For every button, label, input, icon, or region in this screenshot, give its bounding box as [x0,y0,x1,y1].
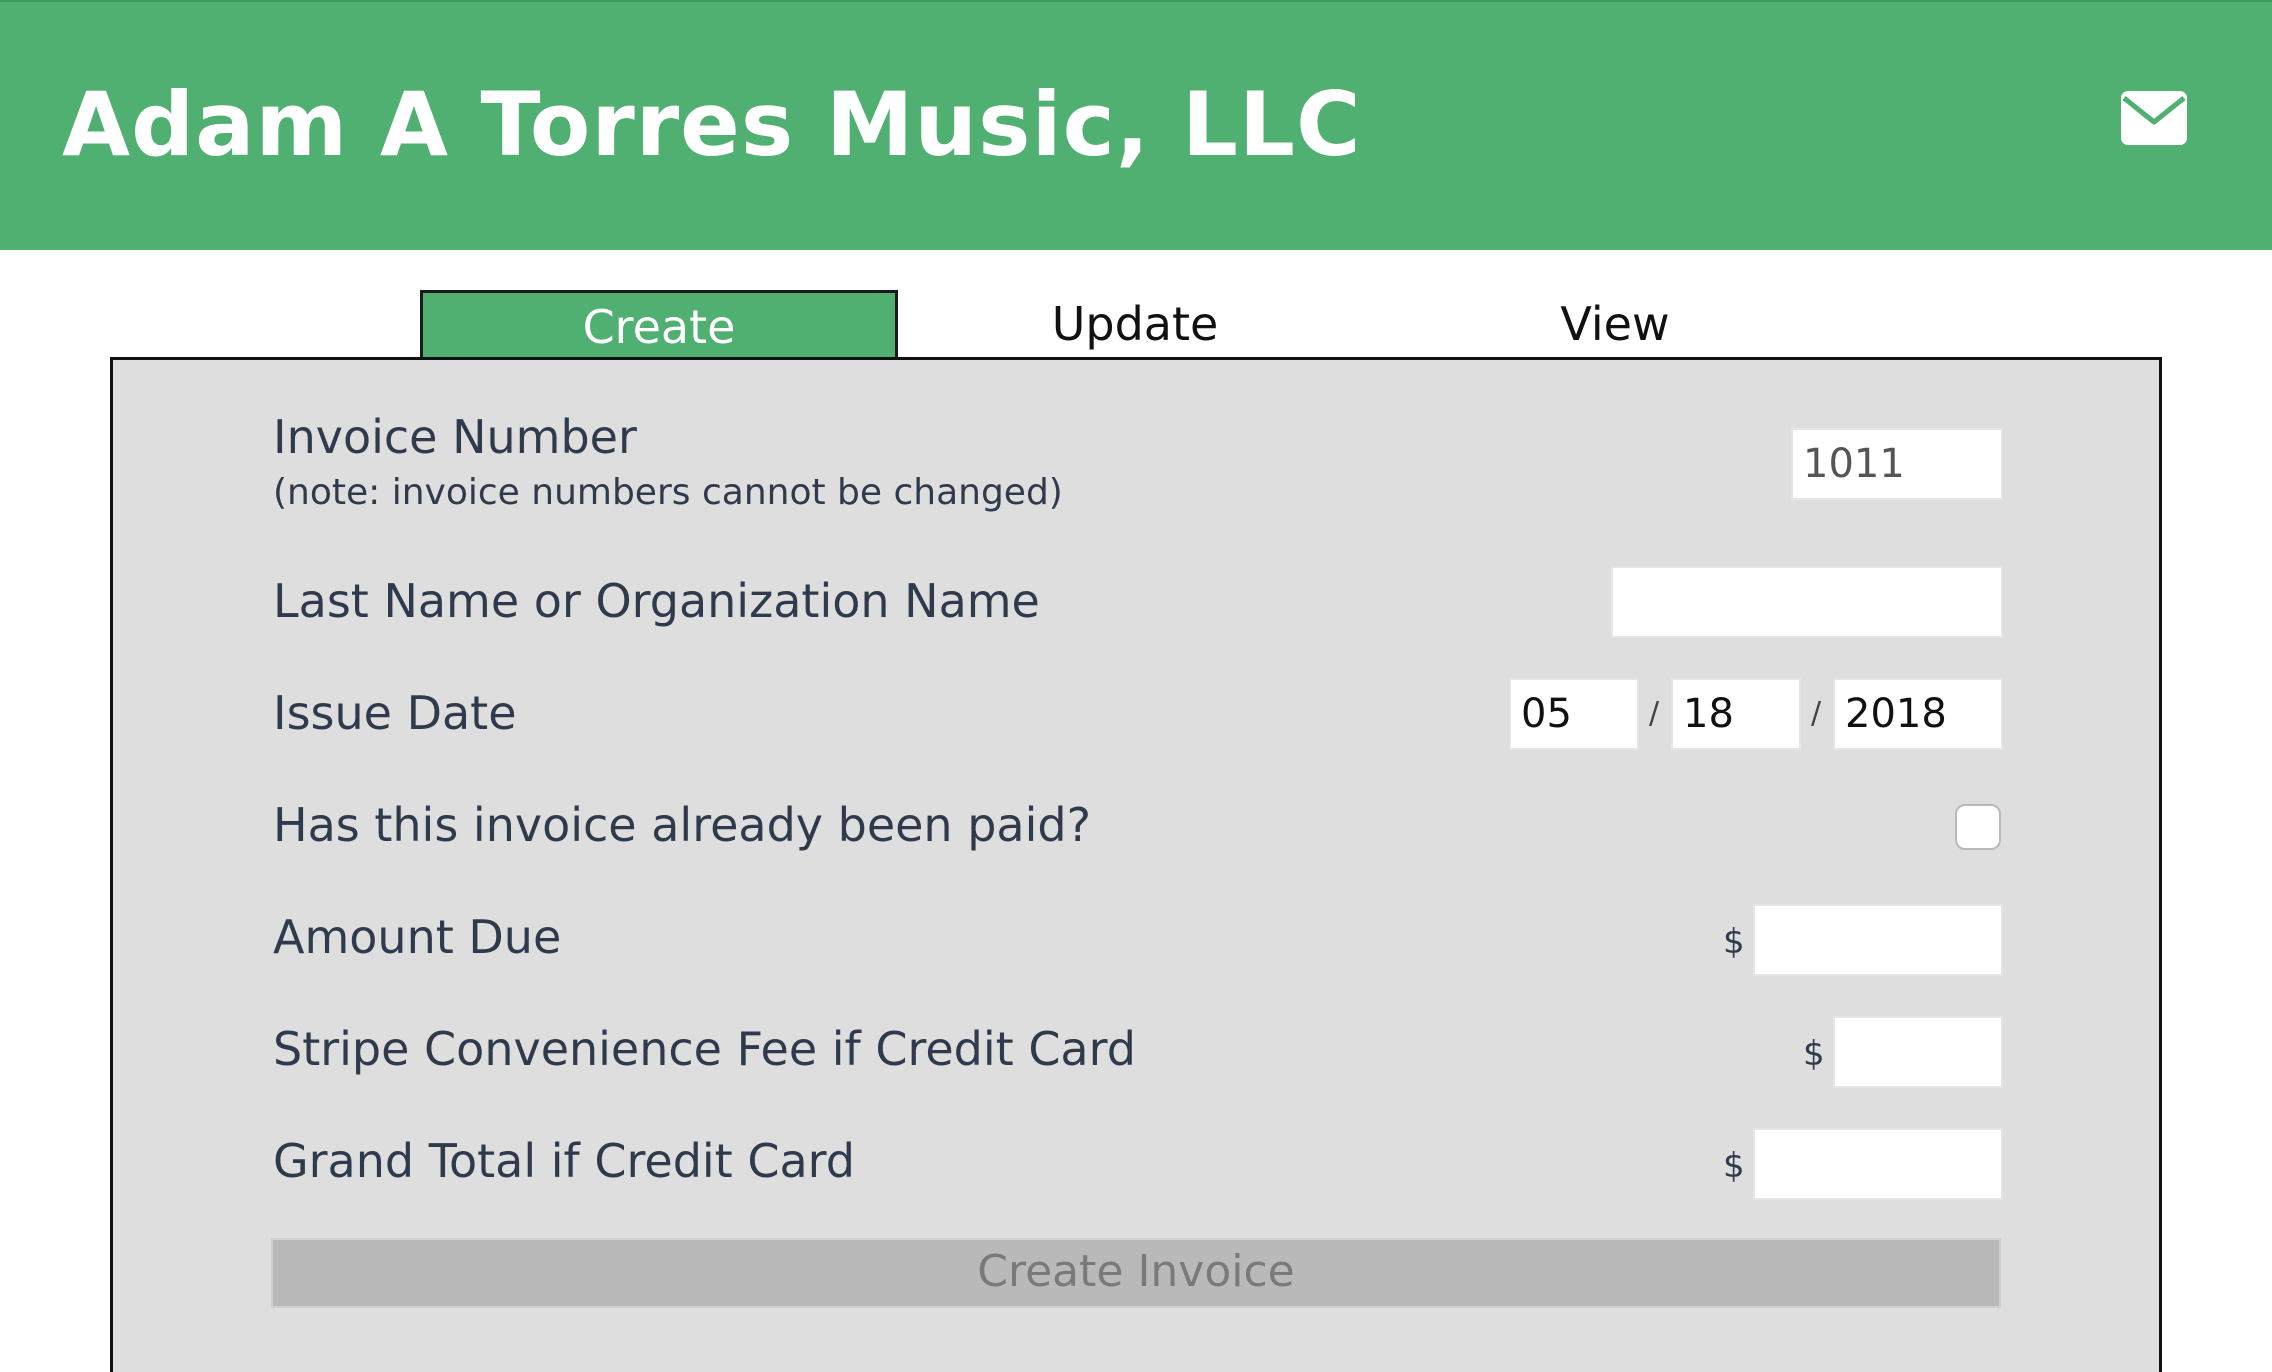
tab-create[interactable]: Create [420,290,898,358]
last-name-label: Last Name or Organization Name [273,574,1040,628]
amount-due-currency: $ [1723,922,1745,962]
issue-date-year-field[interactable] [1833,678,2003,750]
create-invoice-button[interactable]: Create Invoice [271,1238,2001,1308]
stripe-fee-label: Stripe Convenience Fee if Credit Card [273,1022,1136,1076]
grand-total-field[interactable] [1753,1128,2003,1200]
issue-date-label: Issue Date [273,686,517,740]
invoice-number-note: (note: invoice numbers cannot be changed… [273,472,1063,513]
tab-update[interactable]: Update [900,290,1370,358]
brand-title: Adam A Torres Music, LLC [62,73,1362,176]
create-invoice-panel: Invoice Number (note: invoice numbers ca… [110,357,2162,1372]
date-separator: / [1649,696,1660,731]
issue-date-day-field[interactable] [1671,678,1801,750]
issue-date-month-field[interactable] [1509,678,1639,750]
tab-bar: Create Update View [0,290,2272,358]
grand-total-label: Grand Total if Credit Card [273,1134,855,1188]
invoice-number-field[interactable] [1791,428,2003,500]
paid-checkbox[interactable] [1955,804,2001,850]
invoice-number-label: Invoice Number [273,410,637,464]
date-separator: / [1811,696,1822,731]
amount-due-field[interactable] [1753,904,2003,976]
paid-label: Has this invoice already been paid? [273,798,1091,852]
amount-due-label: Amount Due [273,910,562,964]
grand-total-currency: $ [1723,1146,1745,1186]
envelope-icon[interactable] [2120,90,2188,146]
stripe-fee-currency: $ [1803,1034,1825,1074]
last-name-field[interactable] [1611,566,2003,638]
tab-view[interactable]: View [1380,290,1850,358]
app-header: Adam A Torres Music, LLC [0,0,2272,250]
stripe-fee-field[interactable] [1833,1016,2003,1088]
